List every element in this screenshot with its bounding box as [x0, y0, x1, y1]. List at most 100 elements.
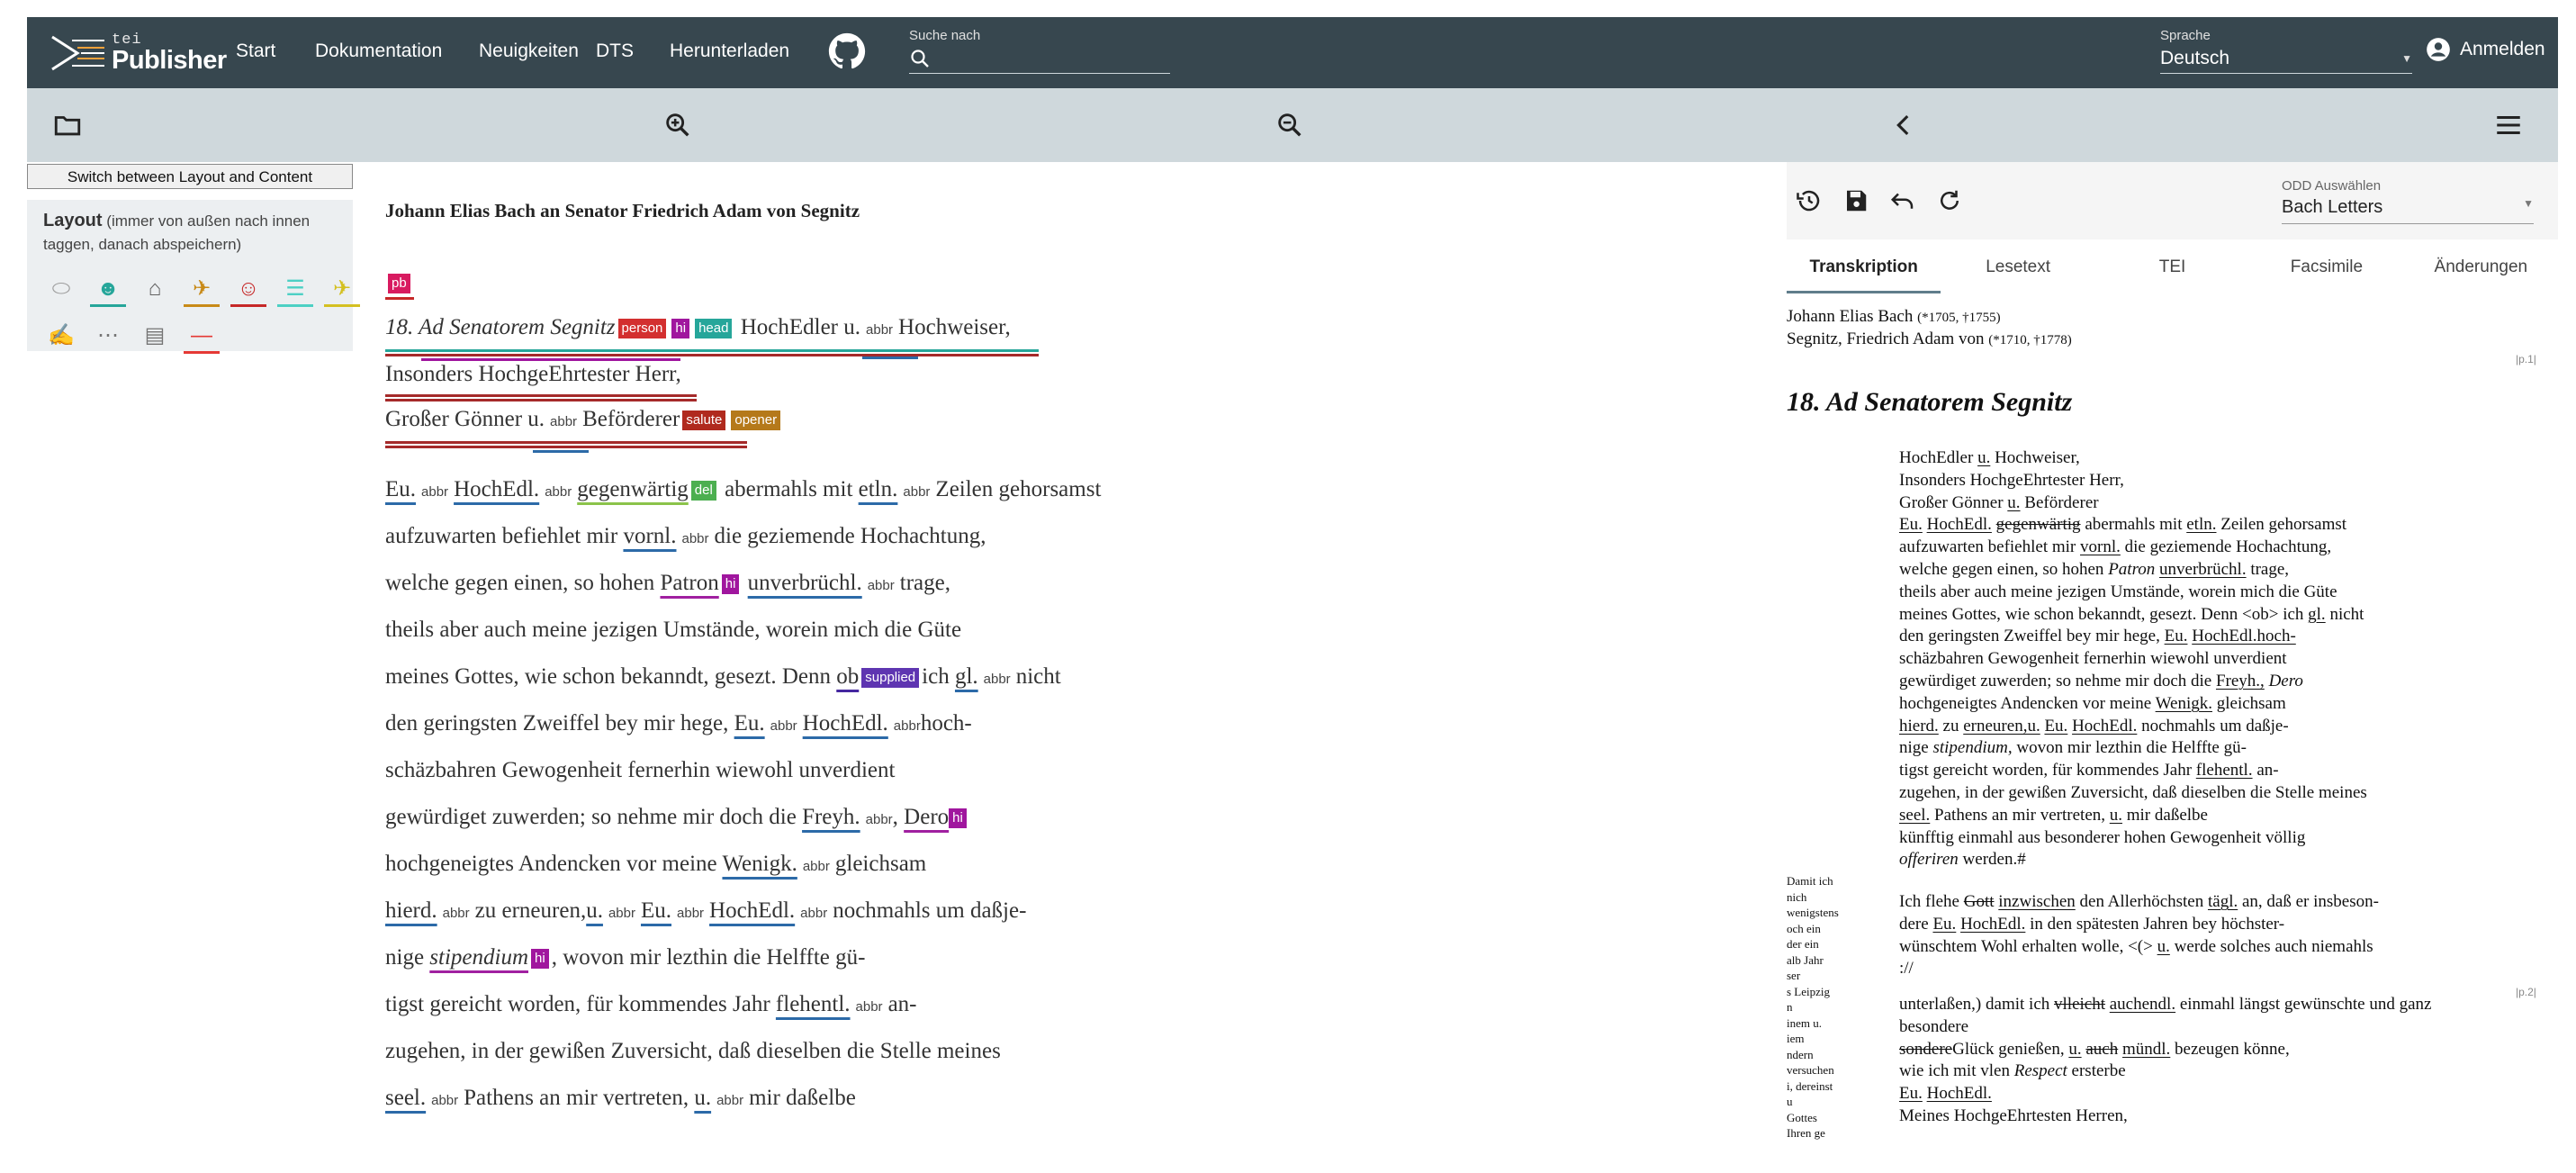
- abbr-tag[interactable]: abbr: [868, 578, 895, 593]
- odd-select[interactable]: ODD Auswählen Bach Letters ▼: [2282, 178, 2534, 224]
- github-icon[interactable]: [828, 32, 866, 70]
- smiley-icon[interactable]: ☺: [230, 273, 266, 307]
- transcription-word: zu: [1942, 716, 1959, 735]
- word-freyh[interactable]: Freyh.: [802, 805, 860, 829]
- abbr-tag[interactable]: abbr: [431, 1093, 458, 1108]
- undo-icon[interactable]: [1889, 187, 1916, 214]
- word-unverbruchl[interactable]: unverbrüchl.: [748, 571, 862, 595]
- word-beforderer[interactable]: Beförderer: [582, 407, 680, 431]
- tab-transkription[interactable]: Transkription: [1787, 239, 1941, 293]
- face-icon[interactable]: ☻: [90, 273, 126, 307]
- flight-takeoff-icon[interactable]: ✈: [184, 273, 220, 307]
- tab-anderungen[interactable]: Änderungen: [2404, 239, 2558, 293]
- abbr-tag[interactable]: abbr: [866, 812, 893, 827]
- nav-start[interactable]: Start: [236, 41, 275, 62]
- word-flehentl[interactable]: flehentl.: [776, 992, 851, 1016]
- hi-tag[interactable]: hi: [949, 808, 967, 829]
- history-icon[interactable]: [1796, 187, 1823, 214]
- abbr-tag[interactable]: abbr: [866, 322, 893, 338]
- word-ob[interactable]: ob: [836, 664, 859, 689]
- word-stipendium[interactable]: stipendium: [429, 945, 528, 970]
- hi-tag[interactable]: hi: [531, 949, 549, 970]
- nav-neuigkeiten[interactable]: Neuigkeiten: [479, 41, 579, 62]
- abbr-tag[interactable]: abbr: [903, 484, 930, 500]
- person-tag[interactable]: person: [617, 319, 667, 339]
- word-u[interactable]: u.: [527, 407, 545, 431]
- abbr-tag[interactable]: abbr: [421, 484, 448, 500]
- chevron-left-icon[interactable]: [1888, 110, 1919, 140]
- supplied-tag[interactable]: supplied: [861, 668, 920, 689]
- salute-tag[interactable]: salute: [682, 411, 726, 431]
- nav-dokumentation[interactable]: Dokumentation: [315, 41, 442, 62]
- word-hochweiser[interactable]: Hochweiser,: [898, 315, 1011, 339]
- abbr-tag[interactable]: abbr: [984, 672, 1011, 687]
- abbr-tag[interactable]: abbr: [856, 999, 883, 1015]
- word-gegenwartig[interactable]: gegenwärtig: [577, 477, 689, 501]
- abbr-tag[interactable]: abbr: [800, 906, 827, 921]
- refresh-icon[interactable]: [1936, 187, 1963, 214]
- zoom-in-icon[interactable]: [662, 110, 693, 140]
- word-eu[interactable]: Eu.: [641, 898, 671, 923]
- login-button[interactable]: Anmelden: [2426, 37, 2545, 62]
- doc-line-2[interactable]: Insonders HochgeEhrtester Herr,: [385, 362, 681, 387]
- nav-herunterladen[interactable]: Herunterladen: [670, 41, 789, 62]
- minus-icon[interactable]: —: [184, 320, 220, 354]
- word-hierd[interactable]: hierd.: [385, 898, 437, 923]
- abbr-tag[interactable]: abbr: [803, 859, 830, 874]
- pb-tag[interactable]: pb: [388, 274, 410, 294]
- abbr-tag[interactable]: abbr: [608, 906, 635, 921]
- word-wenigk[interactable]: Wenigk.: [722, 852, 797, 876]
- abbr-tag[interactable]: abbr: [550, 414, 577, 429]
- word-grosser-gonner[interactable]: Großer Gönner: [385, 407, 522, 431]
- switch-layout-content-button[interactable]: Switch between Layout and Content: [27, 164, 353, 189]
- head-text[interactable]: 18. Ad Senatorem Segnitz: [385, 315, 616, 339]
- abbr-tag[interactable]: abbr: [770, 718, 797, 734]
- word-hochedl[interactable]: HochEdl.: [454, 477, 539, 501]
- word-u[interactable]: u.: [694, 1086, 711, 1110]
- flight-land-icon[interactable]: ✈: [324, 273, 360, 307]
- word-gl[interactable]: gl.: [955, 664, 978, 689]
- word-patron[interactable]: Patron: [660, 571, 718, 595]
- opener-tag[interactable]: opener: [731, 411, 781, 431]
- save-icon[interactable]: [1842, 187, 1869, 214]
- list-icon[interactable]: ☰: [277, 273, 313, 307]
- word-hochedl[interactable]: HochEdl.: [709, 898, 795, 923]
- hi-tag[interactable]: hi: [721, 574, 740, 595]
- zoom-out-icon[interactable]: [1274, 110, 1305, 140]
- nav-dts[interactable]: DTS: [596, 41, 634, 62]
- del-tag[interactable]: del: [690, 481, 716, 501]
- folder-icon[interactable]: [52, 110, 83, 140]
- word-etln[interactable]: etln.: [859, 477, 898, 501]
- home-icon[interactable]: ⌂: [137, 273, 173, 307]
- more-icon[interactable]: ⋯: [90, 320, 126, 354]
- abbr-tag[interactable]: abbr: [545, 484, 572, 500]
- tei-publisher-logo[interactable]: tei Publisher: [50, 32, 230, 74]
- tab-lesetext[interactable]: Lesetext: [1941, 239, 2094, 293]
- word-eu[interactable]: Eu.: [385, 477, 416, 501]
- abbr-tag[interactable]: abbr: [443, 906, 470, 921]
- transcription-word: Güte: [2303, 582, 2337, 601]
- word-eu[interactable]: Eu.: [734, 711, 765, 735]
- search-input[interactable]: [931, 49, 1170, 68]
- word-hochedl[interactable]: HochEdl.: [803, 711, 888, 735]
- abbr-tag[interactable]: abbr: [677, 906, 704, 921]
- word-hochedler[interactable]: HochEdler: [741, 315, 838, 339]
- head-tag[interactable]: head: [695, 319, 733, 339]
- label-icon[interactable]: ⬭: [43, 273, 79, 307]
- hi-tag[interactable]: hi: [671, 319, 690, 339]
- search-box[interactable]: Suche nach: [909, 28, 1170, 74]
- tab-tei[interactable]: TEI: [2095, 239, 2249, 293]
- word-seel[interactable]: seel.: [385, 1086, 426, 1110]
- word-vornl[interactable]: vornl.: [623, 524, 676, 548]
- abbr-tag[interactable]: abbr: [894, 718, 921, 734]
- signature-icon[interactable]: ✍: [43, 320, 79, 354]
- language-select[interactable]: Sprache Deutsch ▼: [2160, 28, 2412, 74]
- tab-facsimile[interactable]: Facsimile: [2249, 239, 2403, 293]
- article-icon[interactable]: ▤: [137, 320, 173, 354]
- word-u[interactable]: u.: [843, 315, 860, 339]
- word-dero[interactable]: Dero: [904, 805, 949, 829]
- word-u[interactable]: u.: [586, 898, 603, 923]
- abbr-tag[interactable]: abbr: [716, 1093, 743, 1108]
- abbr-tag[interactable]: abbr: [681, 531, 708, 546]
- menu-icon[interactable]: [2493, 110, 2524, 140]
